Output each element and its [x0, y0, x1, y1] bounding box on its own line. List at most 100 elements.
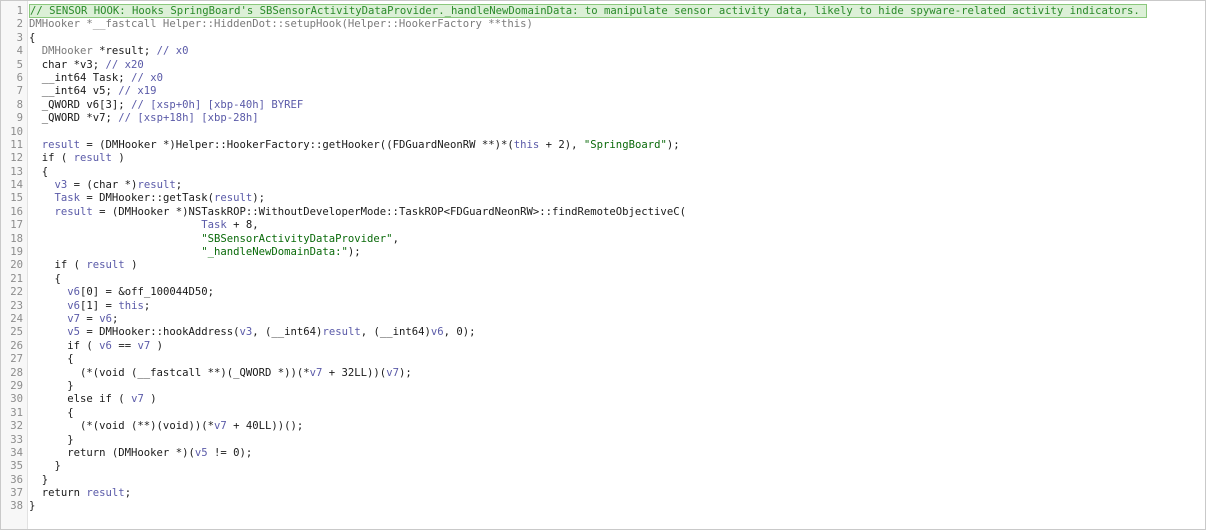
code-line-text: }	[29, 473, 49, 486]
code-line-text: return (DMHooker *)(v5 != 0);	[29, 446, 253, 459]
line-number: 10	[10, 125, 23, 138]
code-line: 14 v3 = (char *)result;	[1, 179, 1205, 192]
line-number: 37	[10, 487, 23, 500]
code-line-text: v6[0] = &off_100044D50;	[67, 286, 214, 299]
code-line-text: __int64 Task; // x0	[29, 71, 163, 84]
code-line-text: {	[29, 353, 74, 366]
line-number: 13	[10, 165, 23, 178]
code-line-text: (*(void (**)(void))(*v7 + 40LL))();	[29, 420, 304, 433]
line-number: 38	[10, 500, 23, 513]
code-line: 22 v6[0] = &off_100044D50;	[1, 286, 1205, 299]
code-line: 34 return (DMHooker *)(v5 != 0);	[1, 447, 1205, 460]
code-line: 36 }	[1, 474, 1205, 487]
line-number: 17	[10, 219, 23, 232]
line-number: 29	[10, 379, 23, 392]
code-line-text: }	[29, 433, 74, 446]
line-number: 7	[16, 85, 23, 98]
code-line-text: __int64 v5; // x19	[29, 85, 157, 98]
line-number: 5	[16, 58, 23, 71]
code-line-text: Task = DMHooker::getTask(result);	[54, 192, 266, 205]
line-number: 19	[10, 246, 23, 259]
code-line-text: }	[29, 460, 61, 473]
code-line-text: if ( result )	[29, 152, 125, 165]
line-number: 28	[10, 366, 23, 379]
code-line: 30 else if ( v7 )	[1, 393, 1205, 406]
line-number: 8	[16, 98, 23, 111]
code-line-text: if ( v6 == v7 )	[29, 339, 163, 352]
code-line-text: _QWORD v6[3]; // [xsp+0h] [xbp-40h] BYRE…	[29, 98, 304, 111]
code-line-text: result = (DMHooker *)NSTaskROP::WithoutD…	[54, 205, 686, 218]
code-editor-panel: 1 // SENSOR HOOK: Hooks SpringBoard's SBS…	[0, 0, 1206, 530]
line-number: 2	[16, 18, 23, 31]
code-line-text: }	[29, 379, 74, 392]
code-line-text: _QWORD *v7; // [xsp+18h] [xbp-28h]	[29, 112, 259, 125]
code-line-text: v5 = DMHooker::hookAddress(v3, (__int64)…	[67, 326, 476, 339]
line-number: 33	[10, 433, 23, 446]
line-number: 31	[10, 406, 23, 419]
line-number: 12	[10, 152, 23, 165]
code-line: 35 }	[1, 460, 1205, 473]
line-number: 18	[10, 232, 23, 245]
code-line: 24 v7 = v6;	[1, 313, 1205, 326]
code-line: 9 _QWORD *v7; // [xsp+18h] [xbp-28h]	[1, 112, 1205, 125]
code-line: 25 v5 = DMHooker::hookAddress(v3, (__int…	[1, 326, 1205, 339]
line-number: 32	[10, 420, 23, 433]
code-line-text: DMHooker *__fastcall Helper::HiddenDot::…	[29, 18, 533, 31]
code-line: 17 Task + 8,	[1, 219, 1205, 232]
line-number: 4	[16, 45, 23, 58]
code-line-text: v7 = v6;	[67, 312, 119, 325]
line-number: 14	[10, 179, 23, 192]
code-line: 20 if ( result )	[1, 259, 1205, 272]
code-line-text: (*(void (__fastcall **)(_QWORD *))(*v7 +…	[29, 366, 412, 379]
code-line-text: v3 = (char *)result;	[54, 179, 183, 192]
code-line: 11 result = (DMHooker *)Helper::HookerFa…	[1, 139, 1205, 152]
code-line: 33 }	[1, 434, 1205, 447]
line-number: 35	[10, 460, 23, 473]
code-line: 6 __int64 Task; // x0	[1, 72, 1205, 85]
line-number: 11	[10, 138, 23, 151]
code-line: 15 Task = DMHooker::getTask(result);	[1, 192, 1205, 205]
code-line-text: v6[1] = this;	[67, 299, 151, 312]
code-line-text: {	[29, 406, 74, 419]
code-line: 1 // SENSOR HOOK: Hooks SpringBoard's SBS…	[1, 4, 1205, 19]
code-line: 10	[1, 126, 1205, 139]
code-line: 13 {	[1, 166, 1205, 179]
line-number: 6	[16, 71, 23, 84]
code-line-text: "_handleNewDomainData:");	[201, 246, 361, 259]
code-line: 16 result = (DMHooker *)NSTaskROP::Witho…	[1, 206, 1205, 219]
line-number: 34	[10, 446, 23, 459]
code-line-text: {	[29, 165, 49, 178]
code-line-text: if ( result )	[29, 259, 138, 272]
code-line-text: {	[29, 31, 36, 44]
code-line: 18 "SBSensorActivityDataProvider",	[1, 233, 1205, 246]
code-line: 7 __int64 v5; // x19	[1, 85, 1205, 98]
code-line: 12 if ( result )	[1, 152, 1205, 165]
line-number: 27	[10, 353, 23, 366]
code-line: 19 "_handleNewDomainData:");	[1, 246, 1205, 259]
code-line-text: DMHooker *result; // x0	[41, 45, 189, 58]
line-number: 25	[10, 326, 23, 339]
code-line: 21 {	[1, 273, 1205, 286]
code-line-text: "SBSensorActivityDataProvider",	[201, 232, 399, 245]
code-line: 8 _QWORD v6[3]; // [xsp+0h] [xbp-40h] BY…	[1, 99, 1205, 112]
code-line-text: return result;	[29, 487, 132, 500]
line-number: 1	[16, 5, 23, 17]
code-line: 23 v6[1] = this;	[1, 300, 1205, 313]
code-line: 38}	[1, 500, 1205, 513]
code-line: 5 char *v3; // x20	[1, 59, 1205, 72]
line-number: 26	[10, 339, 23, 352]
code-line: 32 (*(void (**)(void))(*v7 + 40LL))();	[1, 420, 1205, 433]
code-line: 27 {	[1, 353, 1205, 366]
code-line-text: }	[29, 500, 36, 513]
code-line: 4 DMHooker *result; // x0	[1, 45, 1205, 58]
line-number: 30	[10, 393, 23, 406]
code-line-text: Task + 8,	[201, 219, 259, 232]
line-number: 21	[10, 272, 23, 285]
line-number: 20	[10, 259, 23, 272]
decompiled-code-listing: 1 // SENSOR HOOK: Hooks SpringBoard's SBS…	[1, 4, 1205, 514]
code-line: 29 }	[1, 380, 1205, 393]
line-number: 16	[10, 205, 23, 218]
code-line-text: {	[29, 272, 61, 285]
code-line: 2 DMHooker *__fastcall Helper::HiddenDot:…	[1, 18, 1205, 31]
